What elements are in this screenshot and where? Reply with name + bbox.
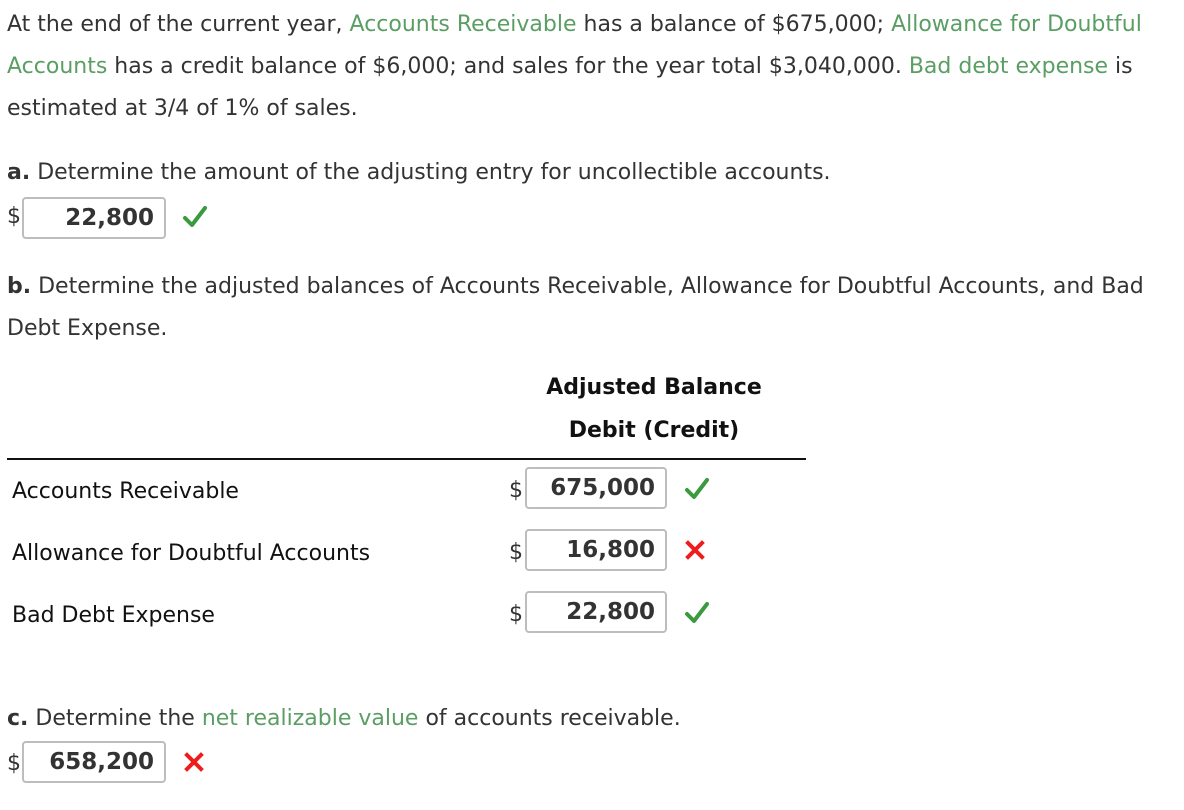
check-icon — [685, 478, 709, 499]
currency-symbol: $ — [509, 478, 523, 503]
part-a-letter: a. — [7, 160, 31, 185]
row-label-accounts-receivable: Accounts Receivable — [12, 479, 239, 504]
cross-icon — [685, 540, 705, 560]
glossary-term-accounts-receivable[interactable]: Accounts Receivable — [350, 12, 577, 37]
part-c-question: c. Determine the net realizable value of… — [7, 698, 681, 740]
currency-symbol: $ — [7, 204, 21, 229]
part-a-question: a. Determine the amount of the adjusting… — [7, 152, 831, 194]
part-c-text: Determine the — [28, 706, 202, 731]
part-c-answer-input[interactable]: 658,200 — [22, 741, 166, 783]
intro-text: has a credit balance of $6,000; and sale… — [107, 54, 909, 79]
allowance-input[interactable]: 16,800 — [525, 529, 667, 571]
problem-statement: At the end of the current year, Accounts… — [7, 4, 1177, 130]
cross-icon — [184, 752, 204, 772]
part-a-text: Determine the amount of the adjusting en… — [30, 160, 831, 185]
bad-debt-expense-input[interactable]: 22,800 — [525, 591, 667, 633]
intro-text: At the end of the current year, — [7, 12, 350, 37]
intro-text: has a balance of $675,000; — [576, 12, 892, 37]
part-c-text: of accounts receivable. — [418, 706, 681, 731]
part-b-question: b. Determine the adjusted balances of Ac… — [7, 266, 1177, 350]
row-label-allowance: Allowance for Doubtful Accounts — [12, 541, 371, 566]
currency-symbol: $ — [7, 751, 21, 776]
part-b-text: Determine the adjusted balances of Accou… — [7, 274, 1144, 341]
part-c-letter: c. — [7, 706, 29, 731]
column-header-line1: Adjusted Balance — [546, 375, 762, 400]
accounts-receivable-input[interactable]: 675,000 — [525, 467, 667, 509]
part-b-letter: b. — [7, 274, 32, 299]
column-header-line2: Debit (Credit) — [568, 418, 740, 443]
row-label-bad-debt-expense: Bad Debt Expense — [12, 603, 215, 628]
glossary-term-bad-debt-expense[interactable]: Bad debt expense — [909, 54, 1108, 79]
currency-symbol: $ — [509, 540, 523, 565]
check-icon — [183, 206, 207, 227]
part-a-answer-input[interactable]: 22,800 — [22, 197, 166, 239]
header-divider — [7, 458, 806, 460]
currency-symbol: $ — [509, 602, 523, 627]
glossary-term-net-realizable-value[interactable]: net realizable value — [202, 706, 419, 731]
check-icon — [685, 602, 709, 623]
